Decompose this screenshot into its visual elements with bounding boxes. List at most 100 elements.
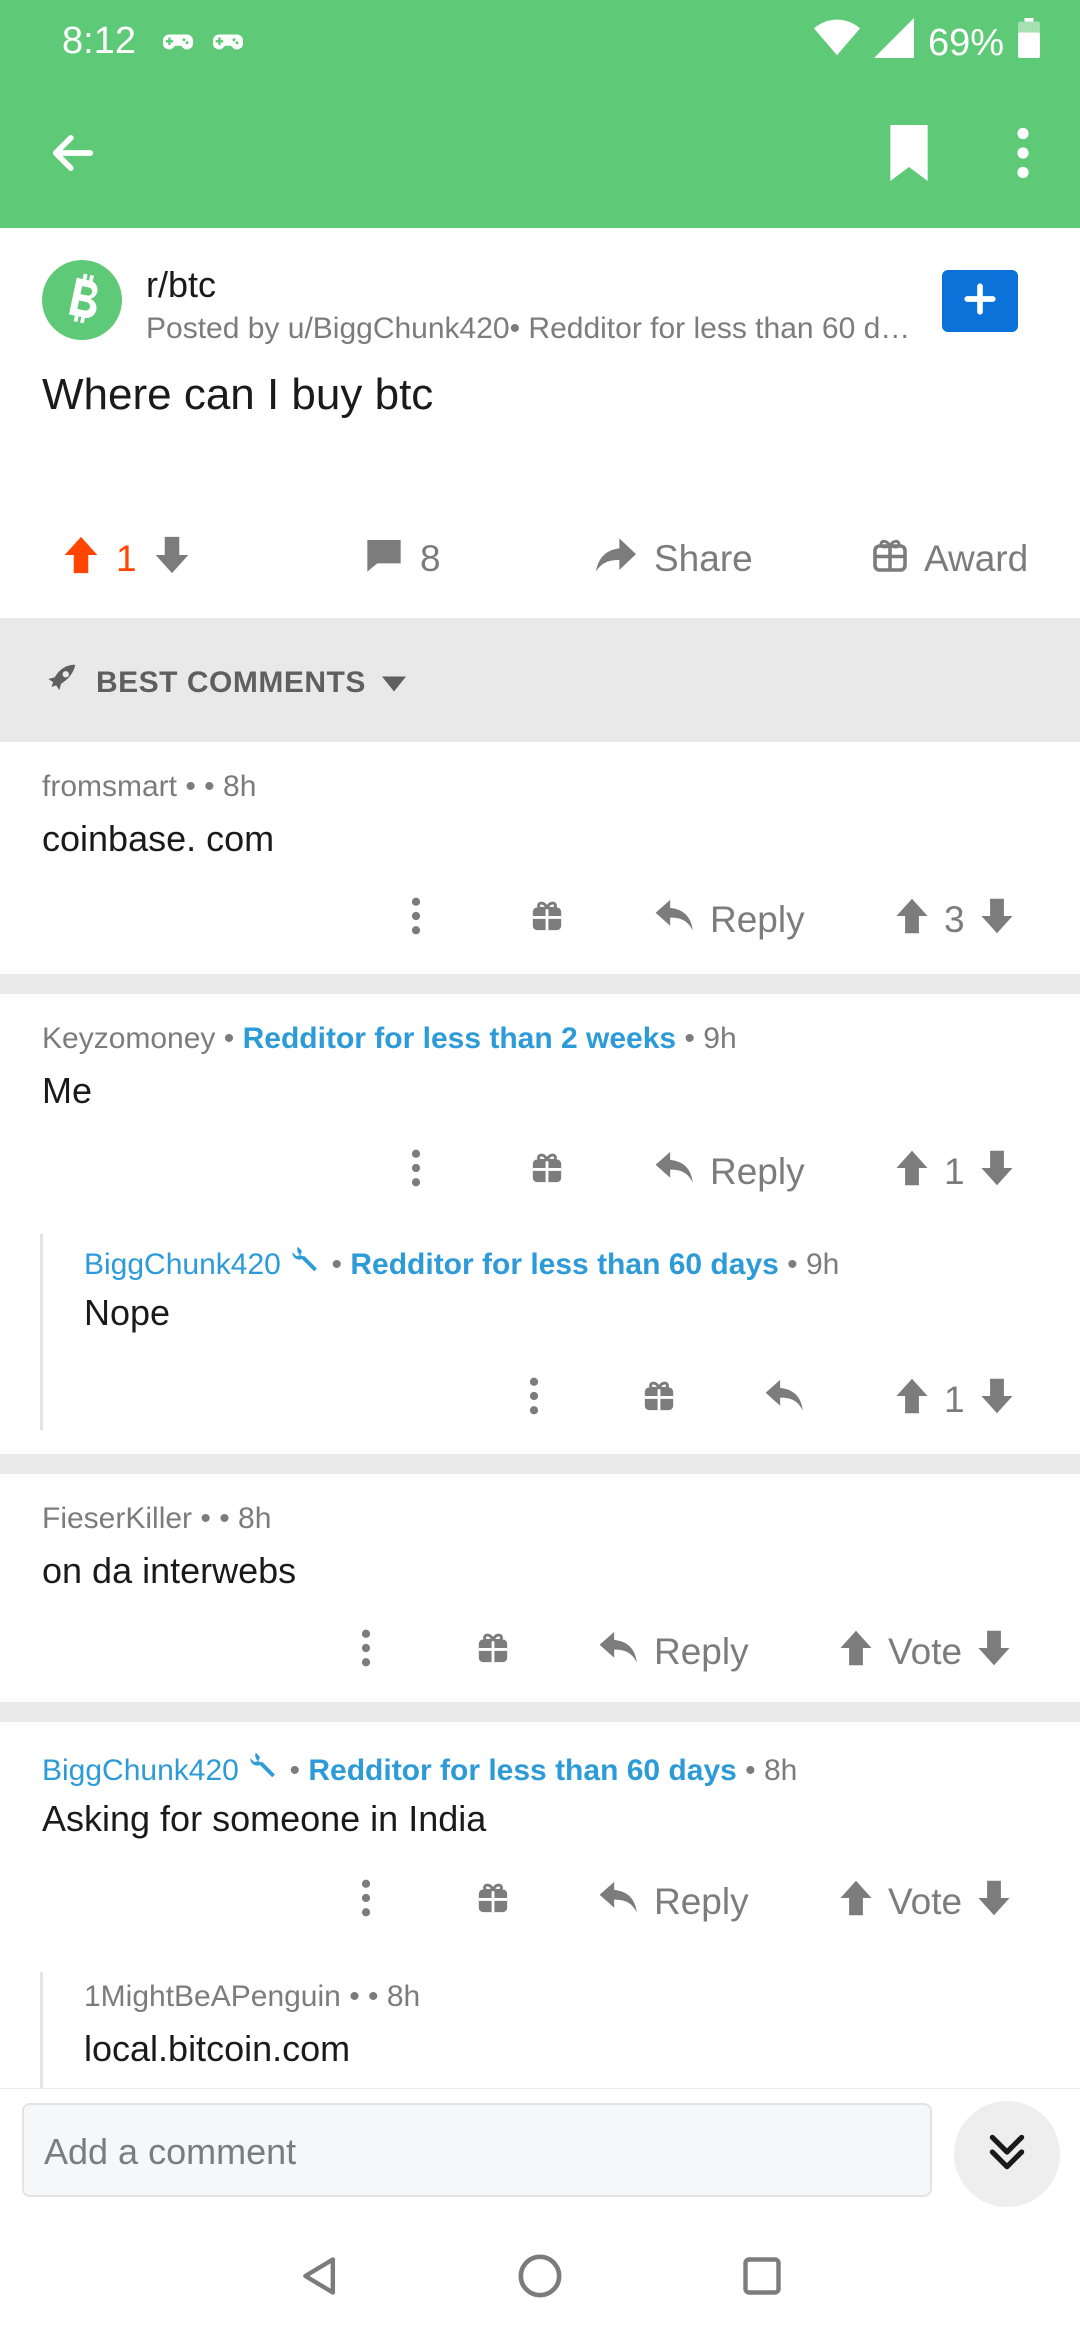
reply-arrow-icon <box>598 1880 640 1925</box>
comment-separator <box>0 974 1080 994</box>
nav-home-button[interactable] <box>510 2248 570 2308</box>
gift-icon <box>530 1151 564 1194</box>
comment-reply-button[interactable] <box>764 1370 806 1430</box>
upvote-icon[interactable] <box>62 535 100 584</box>
gift-icon <box>476 1631 510 1674</box>
downvote-icon[interactable] <box>153 535 191 584</box>
toolbar <box>0 100 1080 210</box>
comment-age: 8h <box>386 1980 421 2013</box>
award-button[interactable]: Award <box>872 524 1028 594</box>
rocket-icon <box>42 660 80 706</box>
plus-icon <box>963 282 997 321</box>
comment-award-button[interactable] <box>476 1872 510 1932</box>
gift-icon <box>642 1379 676 1422</box>
comment-author[interactable]: BiggChunk420 <box>42 1754 239 1787</box>
triangle-back-icon <box>298 2254 342 2303</box>
comment-score: 1 <box>944 1151 965 1192</box>
author-flair: Redditor for less than 2 weeks <box>242 1022 677 1055</box>
comment-body: Nope <box>84 1292 171 1333</box>
comment-author[interactable]: 1MightBeAPenguin <box>84 1980 341 2013</box>
comment-age: 8h <box>764 1754 798 1787</box>
more-options-button[interactable] <box>988 120 1058 190</box>
status-bar: 8:12 69% <box>0 0 1080 82</box>
comment-vote: 1 <box>894 1370 1015 1430</box>
award-label: Award <box>924 538 1029 579</box>
comment-meta: FieserKiller • • 8h <box>42 1502 272 1535</box>
comment-author[interactable]: fromsmart <box>42 770 177 803</box>
upvote-icon[interactable] <box>838 1879 874 1926</box>
comment-reply-button[interactable]: Reply <box>654 890 805 950</box>
share-button[interactable]: Share <box>594 524 753 594</box>
double-chevron-down-icon <box>985 2130 1029 2179</box>
moderator-wrench-icon <box>289 1246 323 1281</box>
comment-score: Vote <box>888 1881 963 1922</box>
comment-more-button[interactable] <box>410 890 422 950</box>
comment-sort-bar: BEST COMMENTS <box>0 618 1080 742</box>
comment-count: 8 <box>420 538 441 579</box>
reply-label: Reply <box>710 1151 805 1192</box>
comment-vote: 1 <box>894 1142 1015 1202</box>
upvote-icon[interactable] <box>894 897 930 944</box>
comment-more-button[interactable] <box>360 1622 372 1682</box>
comment-vote: Vote <box>838 1622 1012 1682</box>
upvote-icon[interactable] <box>894 1377 930 1424</box>
comment-separator <box>0 1702 1080 1722</box>
comment-more-button[interactable] <box>528 1370 540 1430</box>
signal-icon <box>873 18 914 68</box>
upvote-icon[interactable] <box>838 1629 874 1676</box>
post-actions: 1 8 Share Award <box>0 524 1080 594</box>
bookmark-button[interactable] <box>874 120 944 190</box>
battery-icon <box>1018 18 1040 68</box>
downvote-icon[interactable] <box>976 1879 1012 1926</box>
comment-more-button[interactable] <box>360 1872 372 1932</box>
comment-reply-button[interactable]: Reply <box>654 1142 805 1202</box>
comment-award-button[interactable] <box>476 1622 510 1682</box>
upvote-icon[interactable] <box>894 1149 930 1196</box>
jump-to-bottom-button[interactable] <box>954 2101 1060 2207</box>
comment: FieserKiller • • 8h on da interwebs Repl… <box>0 1474 1080 1702</box>
comment-award-button[interactable] <box>530 1142 564 1202</box>
comment-more-button[interactable] <box>410 1142 422 1202</box>
bitcoin-icon <box>54 270 110 331</box>
comment-author[interactable]: BiggChunk420 <box>84 1248 281 1281</box>
nav-back-button[interactable] <box>290 2248 350 2308</box>
downvote-icon[interactable] <box>979 897 1015 944</box>
gift-icon <box>872 536 908 583</box>
comment-actions: Reply Vote <box>0 1622 1080 1682</box>
nav-recents-button[interactable] <box>732 2248 792 2308</box>
post-score: 1 <box>116 538 137 579</box>
comment-meta: BiggChunk420 • Redditor for less than 60… <box>42 1752 798 1787</box>
comment-actions: Reply Vote <box>0 1872 1080 1932</box>
posted-by[interactable]: Posted by u/BiggChunk420• Redditor for l… <box>146 312 926 346</box>
comment-separator <box>0 1454 1080 1474</box>
sort-dropdown[interactable]: BEST COMMENTS <box>42 660 406 706</box>
system-nav-bar <box>0 2218 1080 2340</box>
comment-body: coinbase. com <box>42 818 275 859</box>
back-button[interactable] <box>38 120 108 190</box>
comments-count[interactable]: 8 <box>364 524 441 594</box>
subreddit-avatar[interactable] <box>42 260 122 340</box>
comment-bubble-icon <box>364 535 404 584</box>
comment-author[interactable]: FieserKiller <box>42 1502 192 1535</box>
subreddit-name[interactable]: r/btc <box>146 264 216 306</box>
downvote-icon[interactable] <box>976 1629 1012 1676</box>
downvote-icon[interactable] <box>979 1377 1015 1424</box>
comment-age: 9h <box>806 1248 840 1281</box>
add-comment-input[interactable]: Add a comment <box>22 2103 932 2197</box>
comment-reply-button[interactable]: Reply <box>598 1872 749 1932</box>
bookmark-icon <box>885 124 933 186</box>
comment-body: Me <box>42 1070 93 1111</box>
app-header: 8:12 69% <box>0 0 1080 228</box>
comment-award-button[interactable] <box>530 890 564 950</box>
battery-percent: 69% <box>927 21 1004 64</box>
reply-meta: BiggChunk420 • Redditor for less than 60… <box>84 1246 840 1281</box>
comment-award-button[interactable] <box>642 1370 676 1430</box>
comment-body: on da interwebs <box>42 1550 297 1591</box>
downvote-icon[interactable] <box>979 1149 1015 1196</box>
more-vertical-icon <box>360 1629 372 1676</box>
comment-reply-button[interactable]: Reply <box>598 1622 749 1682</box>
reply-label: Reply <box>654 1881 749 1922</box>
comment-author[interactable]: Keyzomoney <box>42 1022 215 1055</box>
join-subreddit-button[interactable] <box>942 270 1018 332</box>
comment-score: Vote <box>888 1631 963 1672</box>
